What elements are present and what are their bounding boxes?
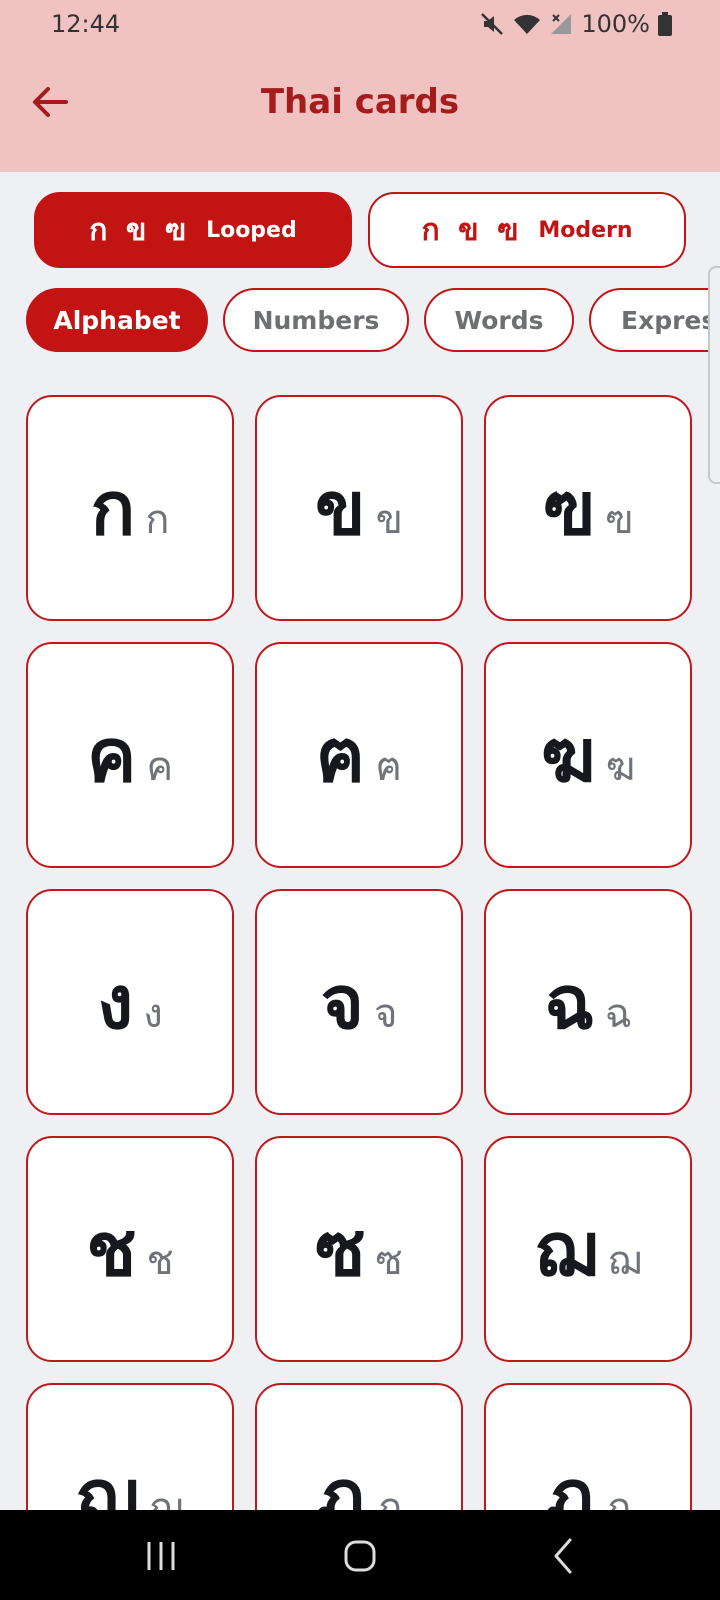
card-looped-glyph: ฌ [534, 1207, 598, 1293]
card-looped-glyph: ฆ [540, 713, 596, 799]
letter-card[interactable]: ฎฎ [255, 1383, 463, 1510]
card-modern-glyph: ช [146, 1238, 174, 1284]
letter-card[interactable]: ฌฌ [484, 1136, 692, 1362]
card-looped-glyph: จ [320, 960, 364, 1046]
card-modern-glyph: ฆ [605, 744, 636, 790]
card-looped-glyph: ค [86, 713, 137, 799]
letter-card[interactable]: ญญ [26, 1383, 234, 1510]
card-looped-glyph: ซ [315, 1207, 366, 1293]
letter-card[interactable]: ฃฃ [484, 395, 692, 621]
card-looped-glyph: ฅ [315, 713, 366, 799]
letter-card[interactable]: ฏฏ [484, 1383, 692, 1510]
card-modern-glyph: ฏ [604, 1485, 632, 1510]
card-looped-glyph: ฎ [315, 1454, 366, 1510]
home-icon [344, 1540, 376, 1572]
card-looped-glyph: ฉ [544, 960, 595, 1046]
card-modern-glyph: ค [146, 744, 174, 790]
card-looped-glyph: ง [97, 960, 134, 1046]
letter-card[interactable]: ฆฆ [484, 642, 692, 868]
letter-card[interactable]: จจ [255, 889, 463, 1115]
card-modern-glyph: ข [375, 497, 403, 543]
letter-card[interactable]: ฅฅ [255, 642, 463, 868]
card-looped-glyph: ญ [76, 1454, 140, 1510]
letter-card[interactable]: งง [26, 889, 234, 1115]
card-modern-glyph: ฎ [375, 1485, 403, 1510]
home-button[interactable] [330, 1534, 390, 1578]
card-grid: กก ขข ฃฃ คค ฅฅ ฆฆ งง จจ ฉฉ ชช ซซ ฌฌ ญญ ฎ… [0, 0, 720, 1510]
recent-apps-button[interactable] [131, 1534, 191, 1578]
card-modern-glyph: ซ [375, 1238, 403, 1284]
card-looped-glyph: ช [86, 1207, 137, 1293]
letter-card[interactable]: ชช [26, 1136, 234, 1362]
card-modern-glyph: ฌ [607, 1238, 642, 1284]
card-modern-glyph: ญ [149, 1485, 184, 1510]
card-modern-glyph: ฃ [605, 497, 634, 543]
letter-card[interactable]: ขข [255, 395, 463, 621]
card-looped-glyph: ข [315, 466, 366, 552]
back-icon [554, 1538, 572, 1574]
letter-card[interactable]: กก [26, 395, 234, 621]
card-modern-glyph: ก [145, 497, 170, 543]
card-modern-glyph: ฉ [604, 991, 632, 1037]
letter-card[interactable]: ซซ [255, 1136, 463, 1362]
system-nav-bar [0, 1510, 720, 1600]
letter-card[interactable]: คค [26, 642, 234, 868]
card-looped-glyph: ฏ [544, 1454, 595, 1510]
card-looped-glyph: ฃ [542, 466, 596, 552]
nav-back-button[interactable] [534, 1534, 594, 1578]
card-modern-glyph: ฅ [375, 744, 403, 790]
card-looped-glyph: ก [90, 466, 136, 552]
recent-apps-icon [147, 1542, 175, 1570]
card-modern-glyph: จ [373, 991, 398, 1037]
card-modern-glyph: ง [143, 991, 163, 1037]
letter-card[interactable]: ฉฉ [484, 889, 692, 1115]
